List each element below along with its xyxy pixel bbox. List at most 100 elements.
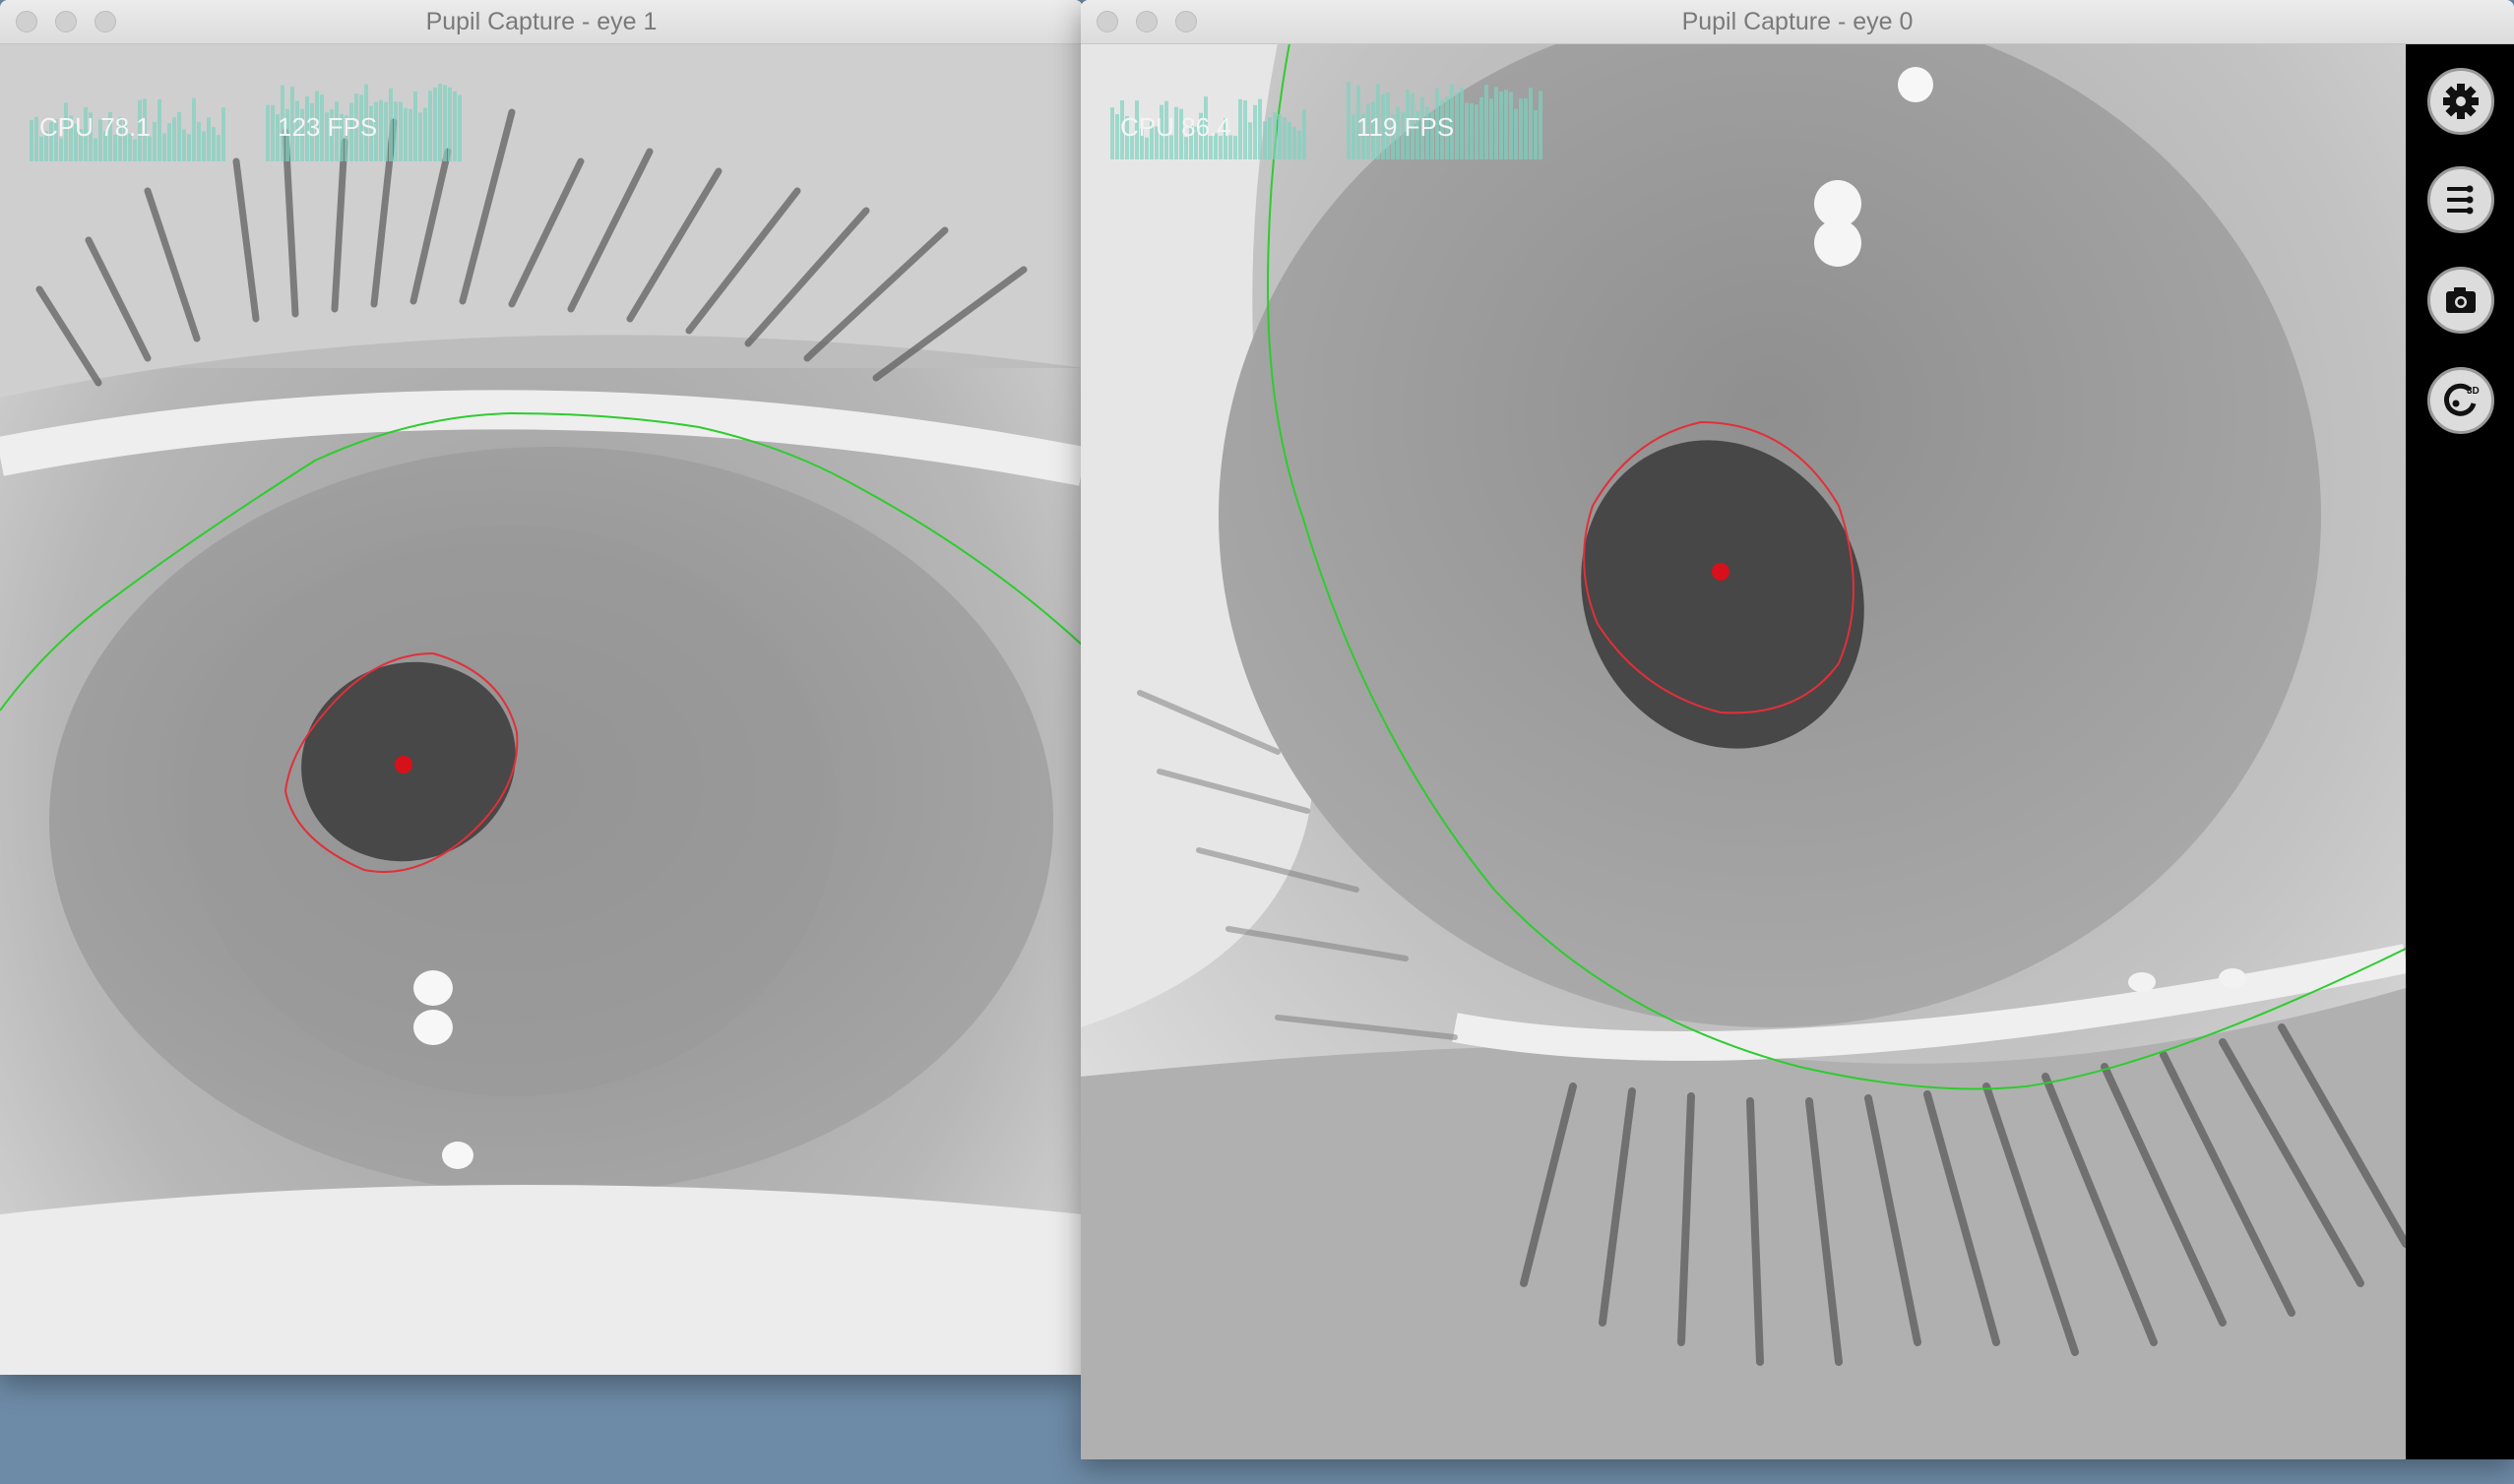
fps-history-bar [1479, 96, 1483, 159]
fps-history-bar [389, 88, 393, 161]
window-title: Pupil Capture - eye 1 [425, 8, 658, 35]
fps-history-bar [1539, 91, 1542, 159]
sidebar: 3D [2406, 43, 2514, 1459]
fps-history-bar [1484, 85, 1488, 159]
cpu-history-bar [1263, 121, 1267, 159]
cpu-history-bar [202, 131, 206, 161]
fps-history-bar [428, 91, 432, 161]
plugins-menu-button[interactable] [2427, 166, 2494, 233]
cpu-history-bar [1297, 130, 1301, 159]
eye0-image [1081, 43, 2406, 1459]
cpu-history-bar [1115, 114, 1119, 159]
cpu-history-bar [207, 117, 211, 161]
cpu-history-bar [1273, 112, 1277, 159]
cpu-history-bar [1302, 109, 1306, 159]
fps-history-bar [418, 112, 422, 161]
menu-list-icon [2447, 185, 2474, 215]
eye1-fps-label: 123 FPS [278, 112, 378, 142]
fps-history-bar [1455, 92, 1459, 159]
cpu-history-bar [153, 122, 157, 161]
fps-history-bar [1504, 90, 1508, 159]
fps-history-bar [1519, 98, 1523, 159]
cpu-history-bar [212, 127, 216, 161]
eye0-cpu-label: CPU 86.4 [1120, 112, 1231, 142]
fps-history-bar [1465, 102, 1469, 159]
eye1-titlebar[interactable]: Pupil Capture - eye 1 [0, 0, 1083, 44]
eye0-window: CPU 86.4 119 FPS 3D Pupil Capture - eye … [1081, 0, 2514, 1459]
fps-history-bar [423, 107, 427, 161]
fps-history-bar [433, 87, 437, 161]
fps-history-bar [409, 108, 412, 161]
eye0-pupil-center [1712, 563, 1729, 581]
fps-history-bar [1489, 98, 1493, 159]
fps-history-bar [448, 87, 452, 161]
fps-history-bar [1534, 109, 1538, 159]
settings-button[interactable] [2427, 68, 2494, 135]
cpu-history-bar [177, 111, 181, 161]
eye1-image [0, 43, 1083, 1375]
camera-icon [2446, 287, 2476, 313]
fps-history-bar [1509, 92, 1513, 159]
3d-eye-model-icon: 3D [2444, 383, 2480, 416]
cpu-history-bar [157, 98, 161, 161]
cpu-history-bar [1278, 114, 1282, 159]
eye0-camera-view[interactable]: CPU 86.4 119 FPS [1081, 43, 2406, 1459]
eye1-pupil-center [395, 756, 412, 773]
fps-history-bar [1475, 104, 1478, 159]
window-title: Pupil Capture - eye 0 [1681, 8, 1914, 35]
cpu-history-bar [1258, 98, 1262, 159]
eye1-window: CPU 78.1 123 FPS Pupil Capture - eye 1 [0, 0, 1083, 1375]
cpu-history-bar [133, 139, 137, 161]
fps-history-bar [394, 101, 398, 161]
cpu-history-bar [1233, 135, 1237, 159]
fps-history-bar [1460, 87, 1464, 159]
fps-history-bar [379, 99, 383, 161]
cpu-history-bar [30, 119, 33, 161]
cpu-history-bar [1288, 122, 1291, 159]
cpu-history-bar [197, 121, 201, 161]
fps-history-bar [1514, 108, 1518, 159]
fps-history-bar [1524, 97, 1528, 159]
cpu-history-bar [162, 133, 166, 161]
eye1-cpu-label: CPU 78.1 [39, 112, 151, 142]
gear-icon [2443, 84, 2479, 119]
cpu-history-bar [1238, 98, 1242, 159]
eye1-camera-view[interactable]: CPU 78.1 123 FPS [0, 43, 1083, 1375]
cpu-history-bar [182, 129, 186, 161]
fps-history-bar [458, 94, 462, 161]
eye-model-3d-button[interactable]: 3D [2427, 367, 2494, 434]
fps-history-bar [384, 101, 388, 161]
cpu-history-bar [172, 117, 176, 161]
fps-history-bar [453, 91, 457, 161]
cpu-history-bar [167, 123, 171, 161]
fps-history-bar [1351, 114, 1355, 159]
eye0-fps-label: 119 FPS [1356, 112, 1455, 142]
fps-history-bar [404, 107, 408, 161]
cpu-history-bar [1268, 117, 1272, 159]
fps-history-bar [399, 101, 403, 161]
cpu-history-bar [217, 135, 220, 161]
fps-history-bar [438, 84, 442, 161]
fps-history-bar [1529, 88, 1533, 159]
fps-history-bar [413, 91, 417, 161]
cpu-history-bar [1110, 107, 1114, 159]
fps-history-bar [1499, 91, 1503, 159]
fps-history-bar [1470, 102, 1474, 159]
fps-history-bar [1494, 87, 1498, 159]
cpu-history-bar [221, 107, 225, 161]
capture-snapshot-button[interactable] [2427, 267, 2494, 334]
eye-model-3d-label: 3D [2467, 386, 2480, 397]
eye0-titlebar[interactable]: Pupil Capture - eye 0 [1081, 0, 2514, 44]
cpu-history-bar [187, 134, 191, 161]
cpu-history-bar [1248, 122, 1252, 159]
fps-history-bar [1347, 81, 1351, 159]
cpu-history-bar [1283, 117, 1287, 159]
cpu-history-bar [1253, 104, 1257, 159]
cpu-history-bar [1243, 100, 1247, 159]
fps-history-bar [266, 104, 270, 161]
cpu-history-bar [1292, 126, 1296, 159]
cpu-history-bar [34, 116, 38, 161]
cpu-history-bar [192, 97, 196, 161]
fps-history-bar [443, 85, 447, 161]
fps-history-bar [271, 104, 275, 161]
